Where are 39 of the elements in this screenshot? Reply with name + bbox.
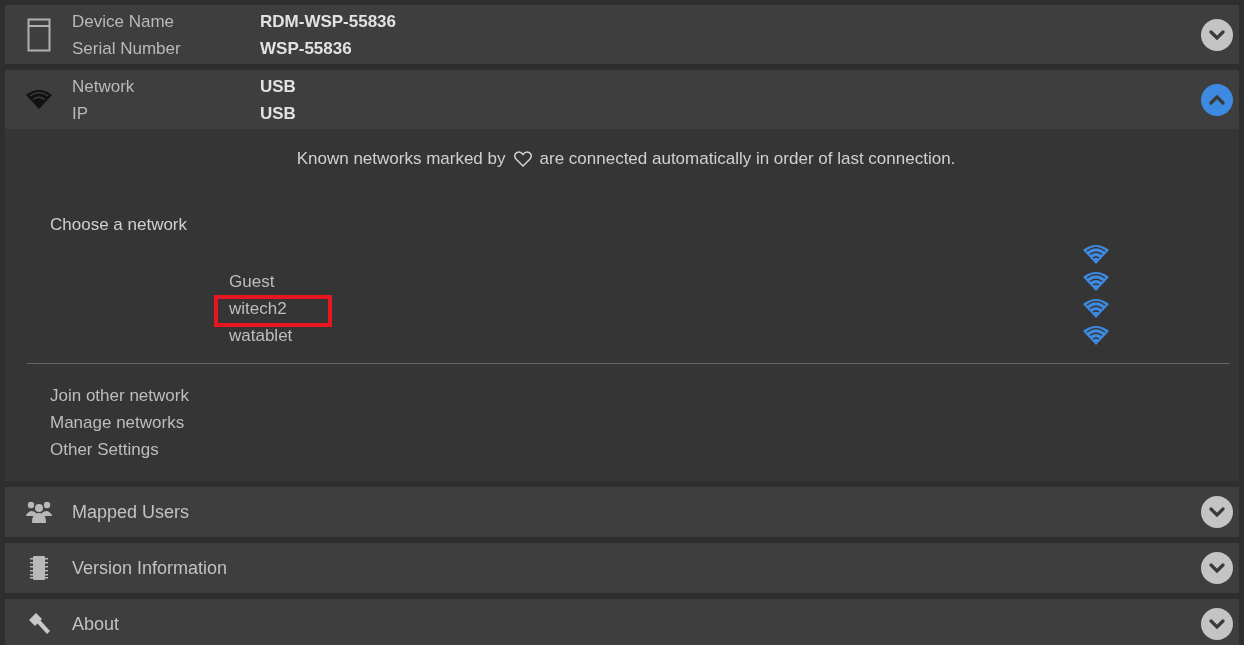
network-name[interactable]: witech2 <box>229 298 287 319</box>
menu-link[interactable]: Manage networks <box>50 409 185 436</box>
chevron-down-icon <box>1209 619 1225 629</box>
users-icon <box>25 501 52 523</box>
wifi-signal-icon <box>1082 325 1110 346</box>
menu-link[interactable]: Join other network <box>50 382 189 409</box>
chevron-down-icon <box>1209 563 1225 573</box>
network-name[interactable]: Guest <box>229 271 275 292</box>
wifi-signal-icon <box>1082 271 1110 292</box>
menu-link[interactable]: Other Settings <box>50 436 159 463</box>
field-value: USB <box>260 102 296 124</box>
expand-toggle[interactable] <box>1201 496 1233 528</box>
expand-toggle[interactable] <box>1201 83 1233 116</box>
field-label: Network <box>72 75 135 97</box>
field-value: USB <box>260 75 296 97</box>
field-label: IP <box>72 102 89 124</box>
section-title: Version Information <box>72 557 228 579</box>
expand-toggle[interactable] <box>1201 18 1233 51</box>
field-value: WSP-55836 <box>260 37 352 59</box>
section-title: Mapped Users <box>72 501 190 523</box>
wifi-icon <box>24 89 53 110</box>
chevron-down-icon <box>1209 507 1225 517</box>
wifi-signal-icon <box>1082 298 1110 319</box>
section-label: Choose a network <box>50 215 188 235</box>
chevron-up-icon <box>1209 94 1225 105</box>
device-icon <box>26 17 51 52</box>
expand-toggle[interactable] <box>1201 608 1233 640</box>
heart-icon <box>513 151 532 167</box>
wifi-signal-icon <box>1082 244 1110 265</box>
info-text: are connected automatically in order of last connection. <box>539 149 956 169</box>
field-label: Serial Number <box>72 37 181 59</box>
field-value: RDM-WSP-55836 <box>260 10 397 32</box>
expand-toggle[interactable] <box>1201 552 1233 584</box>
info-text: Known networks marked by <box>296 149 506 169</box>
network-name[interactable]: watablet <box>229 325 293 346</box>
section-title: About <box>72 613 120 635</box>
field-label: Device Name <box>72 10 175 32</box>
chevron-down-icon <box>1209 29 1225 40</box>
chip-icon <box>29 556 48 580</box>
